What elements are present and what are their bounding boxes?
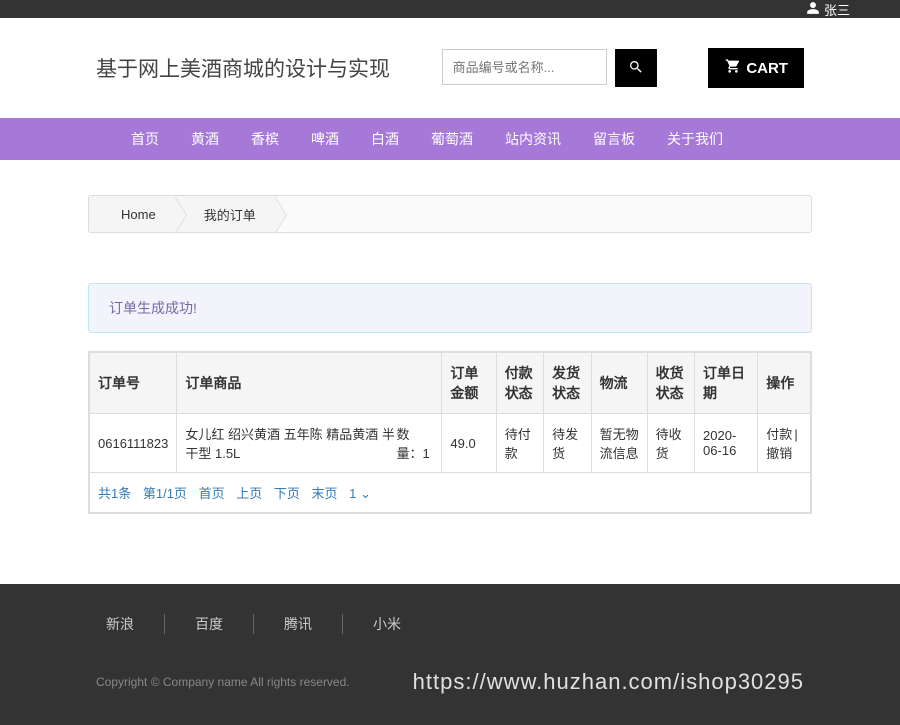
- nav-about[interactable]: 关于我们: [651, 129, 739, 149]
- th-actions: 操作: [758, 353, 811, 414]
- brand-title: 基于网上美酒商城的设计与实现: [96, 53, 390, 83]
- cell-pay-status: 待付款: [496, 414, 543, 473]
- cart-icon: [724, 58, 742, 78]
- header: 基于网上美酒商城的设计与实现 CART: [0, 18, 900, 118]
- th-amount: 订单金额: [442, 353, 496, 414]
- cell-product: 女儿红 绍兴黄酒 五年陈 精品黄酒 半干型 1.5L 数量：1: [177, 414, 442, 473]
- page-last[interactable]: 末页: [311, 486, 337, 501]
- page-total: 共1条: [98, 486, 131, 501]
- table-row: 0616111823 女儿红 绍兴黄酒 五年陈 精品黄酒 半干型 1.5L 数量…: [90, 414, 811, 473]
- page-next[interactable]: 下页: [274, 486, 300, 501]
- cell-logistics: 暂无物流信息: [591, 414, 647, 473]
- cell-receive-status: 待收货: [647, 414, 694, 473]
- footer: 新浪 百度 腾讯 小米 Copyright © Company name All…: [0, 584, 900, 725]
- search-icon: [628, 59, 644, 78]
- page-first[interactable]: 首页: [199, 486, 225, 501]
- user-icon: [806, 1, 820, 18]
- th-product: 订单商品: [177, 353, 442, 414]
- username[interactable]: 张三: [824, 0, 850, 19]
- footer-link-tencent[interactable]: 腾讯: [254, 614, 343, 634]
- copyright: Copyright © Company name All rights rese…: [96, 675, 350, 689]
- nav-home[interactable]: 首页: [115, 129, 175, 149]
- page-current: 第1/1页: [143, 486, 187, 501]
- cell-order-no: 0616111823: [90, 414, 177, 473]
- search-input[interactable]: [442, 49, 607, 85]
- cart-label: CART: [746, 60, 788, 77]
- cart-button[interactable]: CART: [708, 48, 804, 88]
- top-bar: 张三: [0, 0, 900, 18]
- nav-guestbook[interactable]: 留言板: [577, 129, 651, 149]
- cell-order-date: 2020-06-16: [695, 414, 758, 473]
- order-table: 订单号 订单商品 订单金额 付款状态 发货状态 物流 收货状态 订单日期 操作 …: [88, 351, 812, 514]
- cancel-link[interactable]: 撤销: [766, 446, 792, 461]
- watermark: https://www.huzhan.com/ishop30295: [413, 669, 804, 695]
- th-order-no: 订单号: [90, 353, 177, 414]
- cell-ship-status: 待发货: [544, 414, 591, 473]
- content: Home 我的订单 订单生成成功! 订单号 订单商品 订单金额 付款状态 发货状…: [0, 160, 900, 554]
- breadcrumb-current[interactable]: 我的订单: [174, 196, 274, 232]
- footer-link-sina[interactable]: 新浪: [96, 614, 165, 634]
- page-select[interactable]: 1 ⌄: [349, 486, 371, 501]
- th-pay-status: 付款状态: [496, 353, 543, 414]
- breadcrumb: Home 我的订单: [88, 195, 812, 233]
- search-button[interactable]: [615, 49, 657, 87]
- th-receive-status: 收货状态: [647, 353, 694, 414]
- nav-huangjiu[interactable]: 黄酒: [175, 129, 235, 149]
- pagination-row: 共1条 第1/1页 首页 上页 下页 末页 1 ⌄: [90, 473, 811, 513]
- page-prev[interactable]: 上页: [236, 486, 262, 501]
- product-qty: 数量：1: [396, 424, 433, 462]
- footer-link-xiaomi[interactable]: 小米: [343, 614, 431, 634]
- navbar: 首页 黄酒 香槟 啤酒 白酒 葡萄酒 站内资讯 留言板 关于我们: [0, 118, 900, 160]
- product-name: 女儿红 绍兴黄酒 五年陈 精品黄酒 半干型 1.5L: [185, 424, 396, 462]
- th-order-date: 订单日期: [695, 353, 758, 414]
- breadcrumb-home[interactable]: Home: [89, 196, 174, 232]
- nav-news[interactable]: 站内资讯: [489, 129, 577, 149]
- success-alert: 订单生成成功!: [88, 283, 812, 333]
- pay-link[interactable]: 付款: [766, 427, 792, 442]
- search-wrap: [442, 49, 657, 87]
- nav-baijiu[interactable]: 白酒: [355, 129, 415, 149]
- nav-pijiu[interactable]: 啤酒: [295, 129, 355, 149]
- footer-links: 新浪 百度 腾讯 小米: [96, 614, 804, 634]
- table-header-row: 订单号 订单商品 订单金额 付款状态 发货状态 物流 收货状态 订单日期 操作: [90, 353, 811, 414]
- cell-amount: 49.0: [442, 414, 496, 473]
- th-ship-status: 发货状态: [544, 353, 591, 414]
- nav-putaojiu[interactable]: 葡萄酒: [415, 129, 489, 149]
- th-logistics: 物流: [591, 353, 647, 414]
- cell-actions: 付款|撤销: [758, 414, 811, 473]
- footer-bottom: Copyright © Company name All rights rese…: [96, 669, 804, 695]
- nav-xiangbin[interactable]: 香槟: [235, 129, 295, 149]
- footer-link-baidu[interactable]: 百度: [165, 614, 254, 634]
- chevron-down-icon: ⌄: [356, 486, 371, 501]
